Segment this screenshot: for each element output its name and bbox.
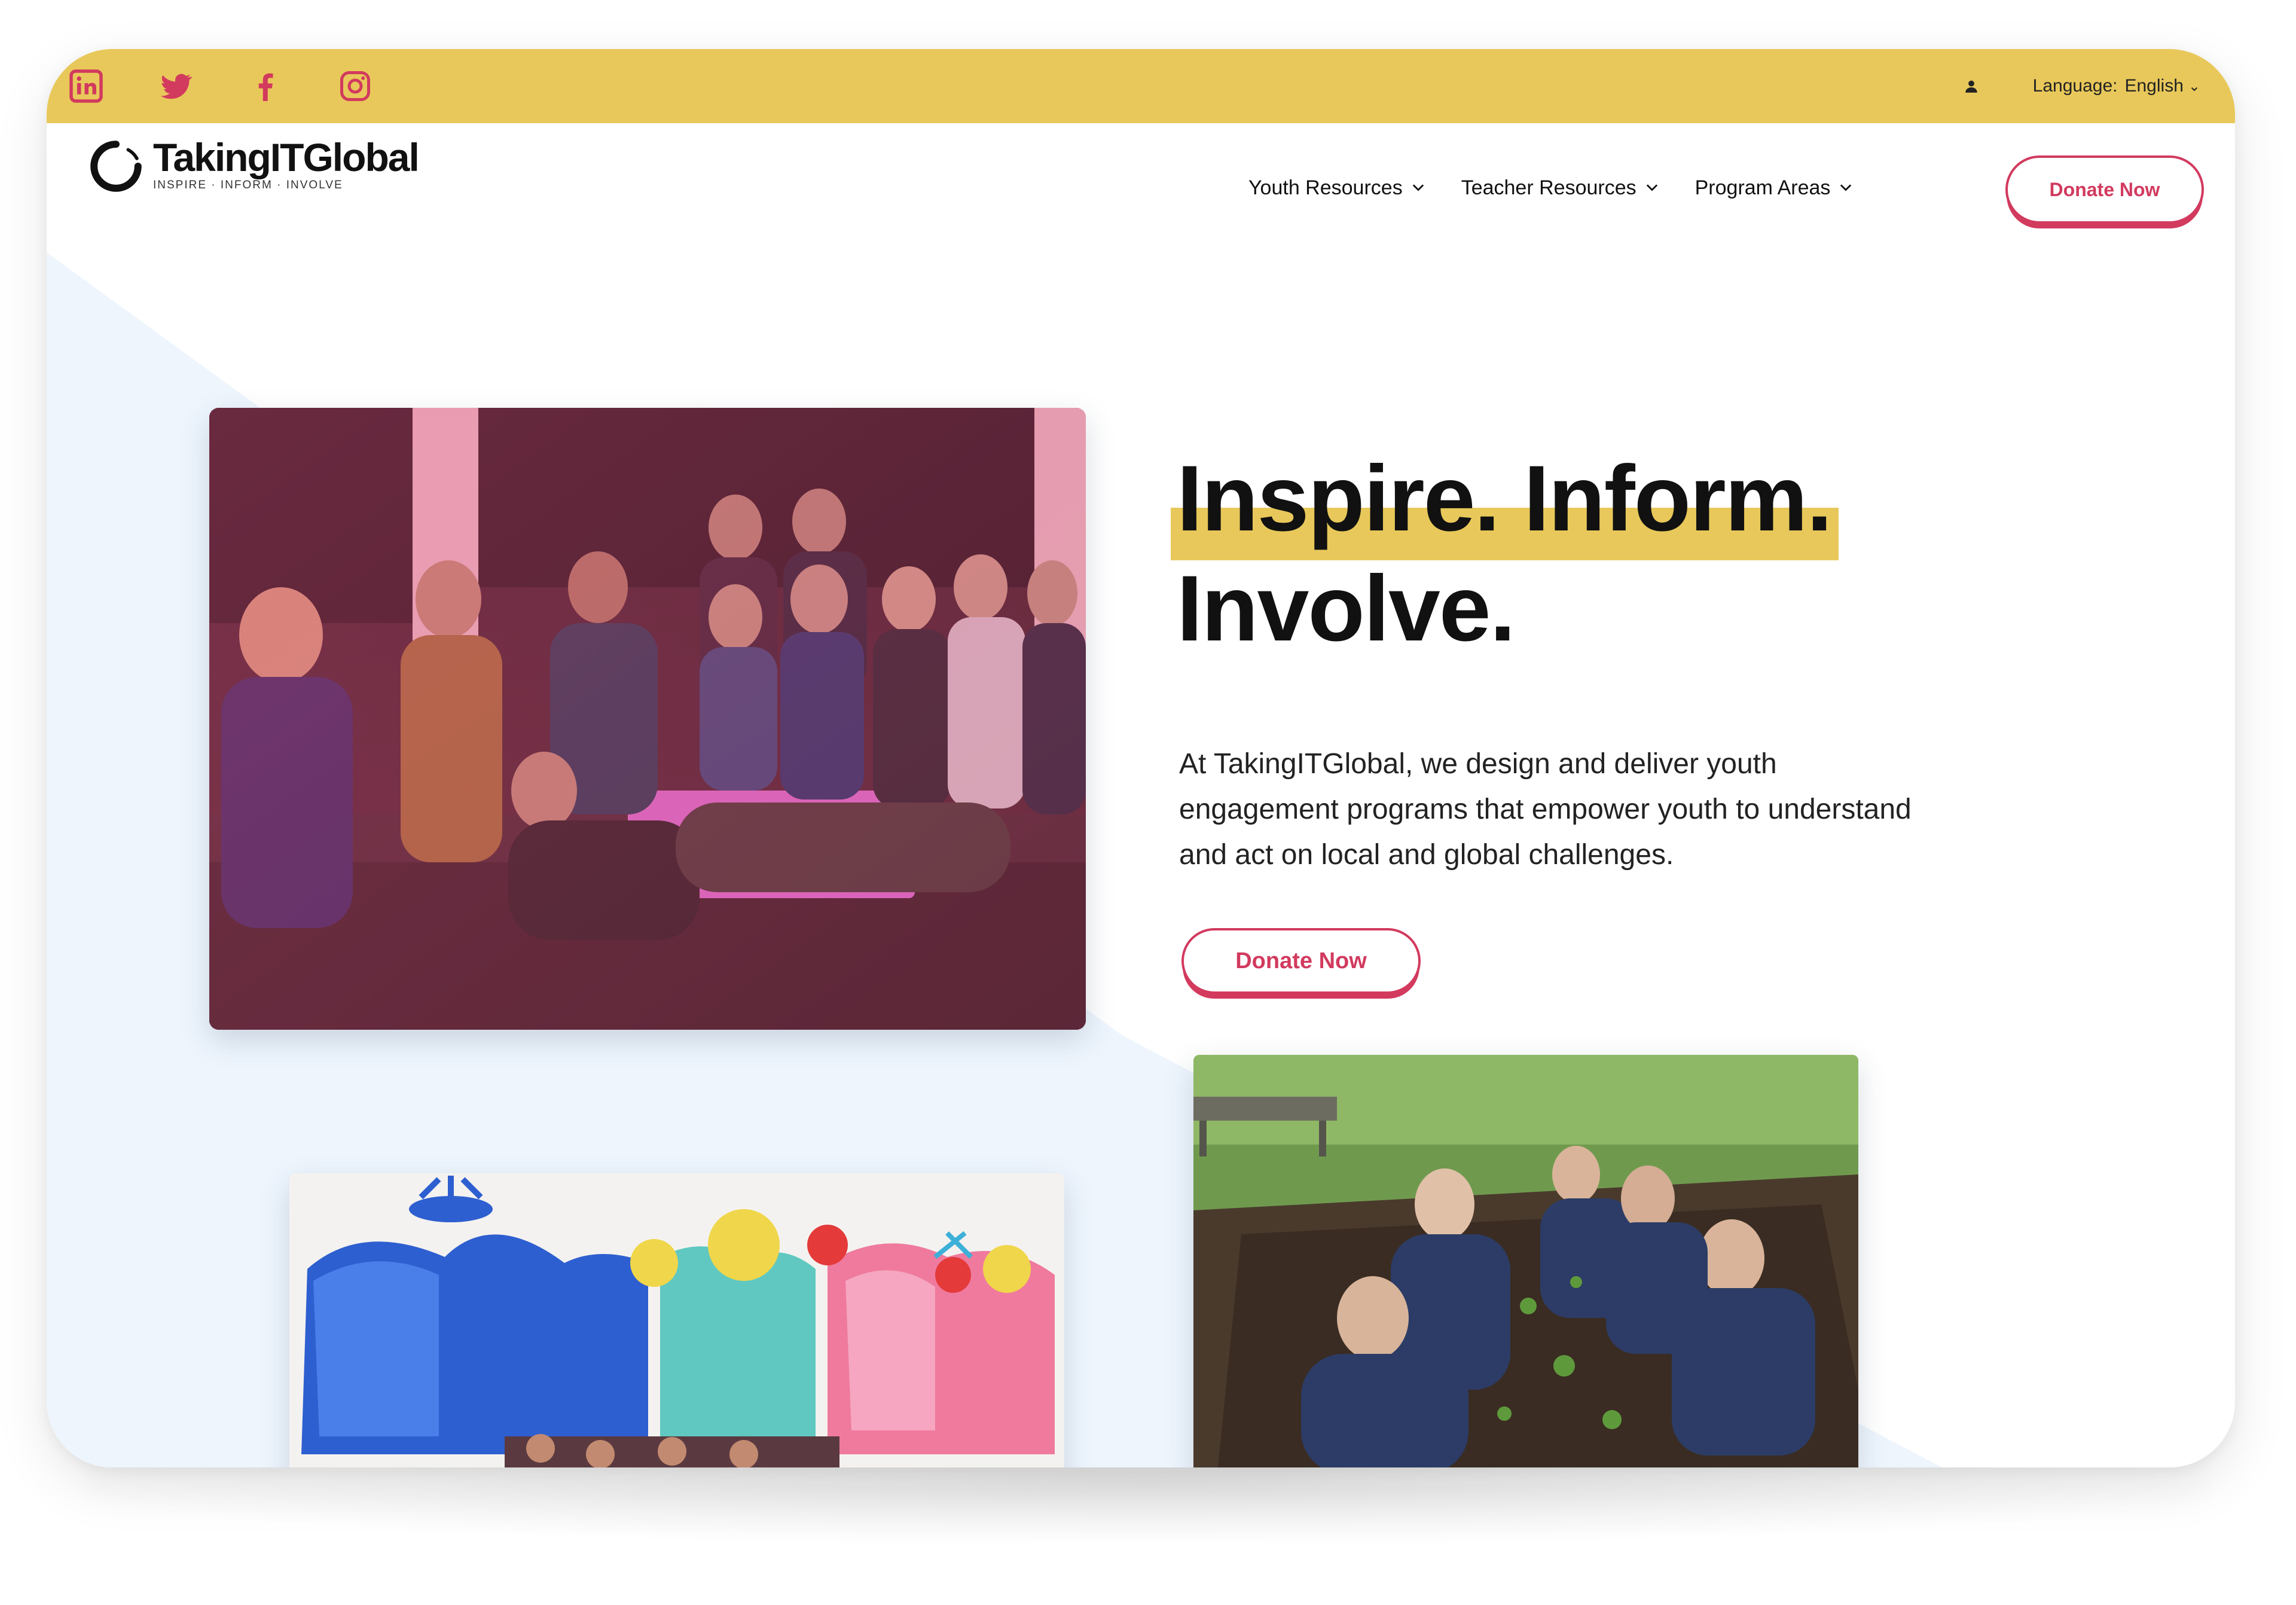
chevron-down-icon bbox=[1646, 184, 1657, 191]
facebook-icon[interactable] bbox=[242, 49, 289, 123]
nav-teacher-resources[interactable]: Teacher Resources bbox=[1461, 176, 1660, 200]
headline-line-2: Involve. bbox=[1177, 557, 1516, 661]
instagram-icon[interactable] bbox=[331, 49, 379, 123]
top-utility-bar: Language: English ⌄ bbox=[47, 49, 2235, 123]
header-donate-button[interactable]: Donate Now bbox=[2005, 155, 2204, 224]
site-logo[interactable]: TakingITGlobal INSPIRE · INFORM · INVOLV… bbox=[88, 135, 420, 194]
logo-text: TakingITGlobal bbox=[153, 135, 420, 179]
logo-tagline: INSPIRE · INFORM · INVOLVE bbox=[153, 178, 343, 191]
main-nav: Youth Resources Teacher Resources Progra… bbox=[1248, 123, 1889, 252]
hero-group-photo bbox=[209, 408, 1086, 1030]
nav-youth-resources[interactable]: Youth Resources bbox=[1248, 176, 1427, 200]
chevron-down-icon bbox=[1412, 184, 1424, 191]
nav-program-areas[interactable]: Program Areas bbox=[1695, 176, 1855, 200]
logo-ring-icon bbox=[90, 141, 142, 192]
hero-headline: Inspire. Inform. Involve. bbox=[1171, 444, 1839, 664]
chevron-down-icon bbox=[1840, 184, 1852, 191]
chevron-down-icon: ⌄ bbox=[2188, 78, 2200, 94]
twitter-icon[interactable] bbox=[152, 49, 200, 123]
nav-label: Youth Resources bbox=[1248, 176, 1403, 199]
linkedin-icon[interactable] bbox=[62, 49, 110, 123]
graffiti-photo bbox=[289, 1173, 1064, 1467]
language-label: Language: bbox=[2032, 76, 2118, 96]
hero-donate-button[interactable]: Donate Now bbox=[1181, 928, 1421, 994]
topbar-account-language: Language: English ⌄ bbox=[1964, 49, 2200, 123]
user-icon[interactable] bbox=[1964, 78, 1979, 94]
language-selector[interactable]: English bbox=[2124, 76, 2183, 96]
garden-photo bbox=[1193, 1055, 1858, 1467]
nav-label: Teacher Resources bbox=[1461, 176, 1636, 199]
hero-description: At TakingITGlobal, we design and deliver… bbox=[1179, 748, 1912, 871]
nav-label: Program Areas bbox=[1694, 176, 1831, 199]
headline-line-1: Inspire. Inform. bbox=[1171, 444, 1839, 561]
browser-window: Language: English ⌄ TakingITGlobal INSPI… bbox=[47, 49, 2235, 1467]
